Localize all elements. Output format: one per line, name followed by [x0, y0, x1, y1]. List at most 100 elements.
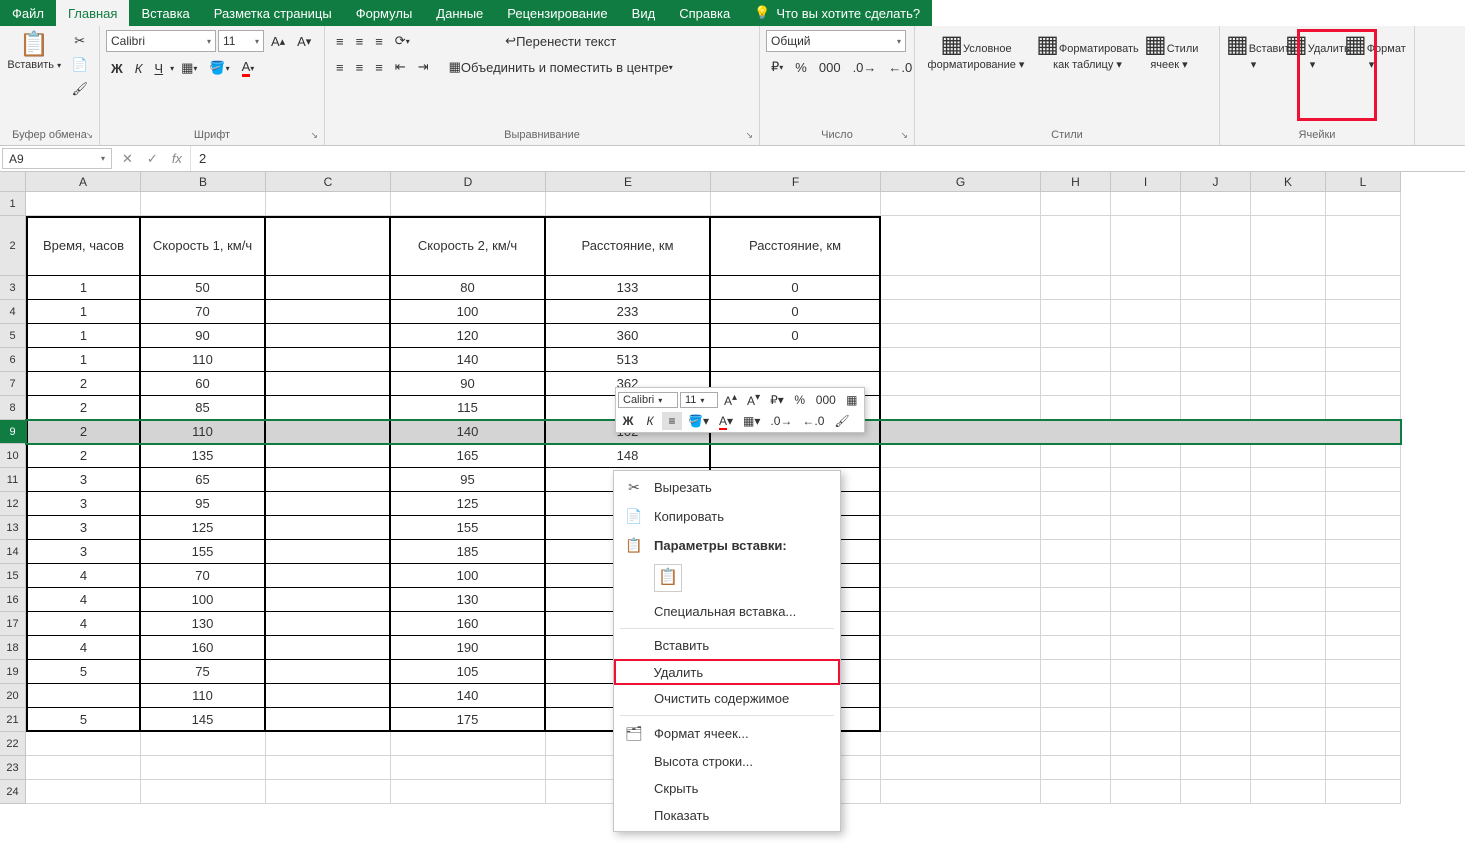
col-header-K[interactable]: K [1251, 172, 1326, 192]
cell[interactable]: 3 [26, 492, 141, 516]
ctx-paste-option[interactable]: 📋 [654, 564, 682, 592]
cell[interactable] [1041, 564, 1111, 588]
cell[interactable] [1111, 684, 1181, 708]
row-header[interactable]: 14 [0, 540, 26, 564]
cell[interactable] [1181, 684, 1251, 708]
row-header[interactable]: 22 [0, 732, 26, 756]
cell[interactable]: 5 [26, 708, 141, 732]
cell[interactable] [1326, 192, 1401, 216]
cell[interactable]: 100 [391, 300, 546, 324]
ctx-row-height[interactable]: Высота строки... [614, 748, 840, 775]
cell[interactable] [1041, 588, 1111, 612]
cell[interactable] [1251, 756, 1326, 780]
cell[interactable] [1111, 324, 1181, 348]
cell[interactable]: 4 [26, 612, 141, 636]
cell[interactable]: 0 [711, 276, 881, 300]
cell[interactable] [1181, 708, 1251, 732]
cell[interactable] [1251, 732, 1326, 756]
cell[interactable] [1181, 444, 1251, 468]
cell[interactable] [881, 396, 1041, 420]
cell[interactable] [266, 300, 391, 324]
mini-accounting[interactable]: ₽▾ [766, 391, 788, 409]
fill-color-button[interactable]: 🪣▾ [204, 56, 234, 80]
row-header[interactable]: 13 [0, 516, 26, 540]
row-header[interactable]: 21 [0, 708, 26, 732]
cell[interactable] [711, 444, 881, 468]
cell[interactable] [1326, 276, 1401, 300]
align-middle-button[interactable]: ≡ [351, 30, 369, 52]
font-color-button[interactable]: A▾ [237, 56, 260, 80]
cell[interactable]: 2 [26, 420, 141, 444]
mini-fill-color[interactable]: 🪣▾ [684, 412, 713, 430]
row-header[interactable]: 15 [0, 564, 26, 588]
cell[interactable]: 75 [141, 660, 266, 684]
cell[interactable]: 1 [26, 324, 141, 348]
cell[interactable] [141, 732, 266, 756]
font-launcher-icon[interactable]: ↘ [310, 130, 318, 141]
cell[interactable]: 95 [141, 492, 266, 516]
col-header-A[interactable]: A [26, 172, 141, 192]
cell[interactable] [1326, 780, 1401, 804]
cell[interactable] [1041, 420, 1111, 444]
comma-style-button[interactable]: 000 [814, 56, 846, 78]
tab-help[interactable]: Справка [667, 0, 742, 26]
cell[interactable] [1251, 420, 1326, 444]
col-header-J[interactable]: J [1181, 172, 1251, 192]
cell[interactable]: 1 [26, 348, 141, 372]
col-header-L[interactable]: L [1326, 172, 1401, 192]
cell[interactable] [1326, 420, 1401, 444]
cell[interactable] [881, 732, 1041, 756]
cell[interactable] [1111, 492, 1181, 516]
mini-font-combo[interactable]: Calibri▾ [618, 392, 678, 408]
cell[interactable] [266, 216, 391, 276]
cell[interactable]: Скорость 1, км/ч [141, 216, 266, 276]
cell[interactable] [266, 444, 391, 468]
cell[interactable] [1041, 756, 1111, 780]
conditional-formatting-button[interactable]: ▦Условное форматирование ▾ [921, 30, 1031, 110]
cell[interactable] [1041, 660, 1111, 684]
cell[interactable] [1111, 612, 1181, 636]
cell[interactable]: 110 [141, 420, 266, 444]
cell[interactable] [1181, 276, 1251, 300]
accounting-format-button[interactable]: ₽▾ [766, 56, 788, 78]
cell[interactable] [881, 660, 1041, 684]
cell[interactable] [1181, 192, 1251, 216]
cell[interactable] [1041, 348, 1111, 372]
cell[interactable] [1181, 588, 1251, 612]
grow-font-button[interactable]: A▴ [266, 30, 290, 52]
cell[interactable] [1111, 732, 1181, 756]
cell[interactable] [1326, 732, 1401, 756]
row-header[interactable]: 20 [0, 684, 26, 708]
increase-decimal-button[interactable]: .0→ [848, 56, 882, 78]
cell[interactable]: 60 [141, 372, 266, 396]
cell[interactable] [1251, 564, 1326, 588]
cell[interactable] [266, 516, 391, 540]
number-format-combo[interactable]: Общий▾ [766, 30, 906, 52]
cell[interactable] [26, 192, 141, 216]
enter-formula-button[interactable]: ✓ [147, 151, 158, 167]
cell[interactable] [1251, 708, 1326, 732]
align-top-button[interactable]: ≡ [331, 30, 349, 52]
row-header[interactable]: 11 [0, 468, 26, 492]
cell[interactable]: 360 [546, 324, 711, 348]
col-header-B[interactable]: B [141, 172, 266, 192]
cell[interactable] [1111, 540, 1181, 564]
cell[interactable] [1111, 588, 1181, 612]
cell[interactable] [266, 276, 391, 300]
insert-cells-button[interactable]: ▦Вставить ▾ [1226, 30, 1281, 110]
cell[interactable] [1181, 420, 1251, 444]
cell[interactable] [266, 348, 391, 372]
cell[interactable]: 110 [141, 684, 266, 708]
increase-indent-button[interactable]: ⇥ [413, 56, 434, 78]
cell[interactable]: 190 [391, 636, 546, 660]
cell[interactable]: 175 [391, 708, 546, 732]
cell[interactable] [266, 324, 391, 348]
cell[interactable] [1326, 756, 1401, 780]
row-header[interactable]: 6 [0, 348, 26, 372]
wrap-text-button[interactable]: ↩ Перенести текст [444, 30, 678, 52]
cell[interactable] [1326, 540, 1401, 564]
row-header[interactable]: 19 [0, 660, 26, 684]
formula-input[interactable]: 2 [190, 146, 1465, 171]
ctx-paste-special[interactable]: Специальная вставка... [614, 598, 840, 625]
cell[interactable]: 148 [546, 444, 711, 468]
